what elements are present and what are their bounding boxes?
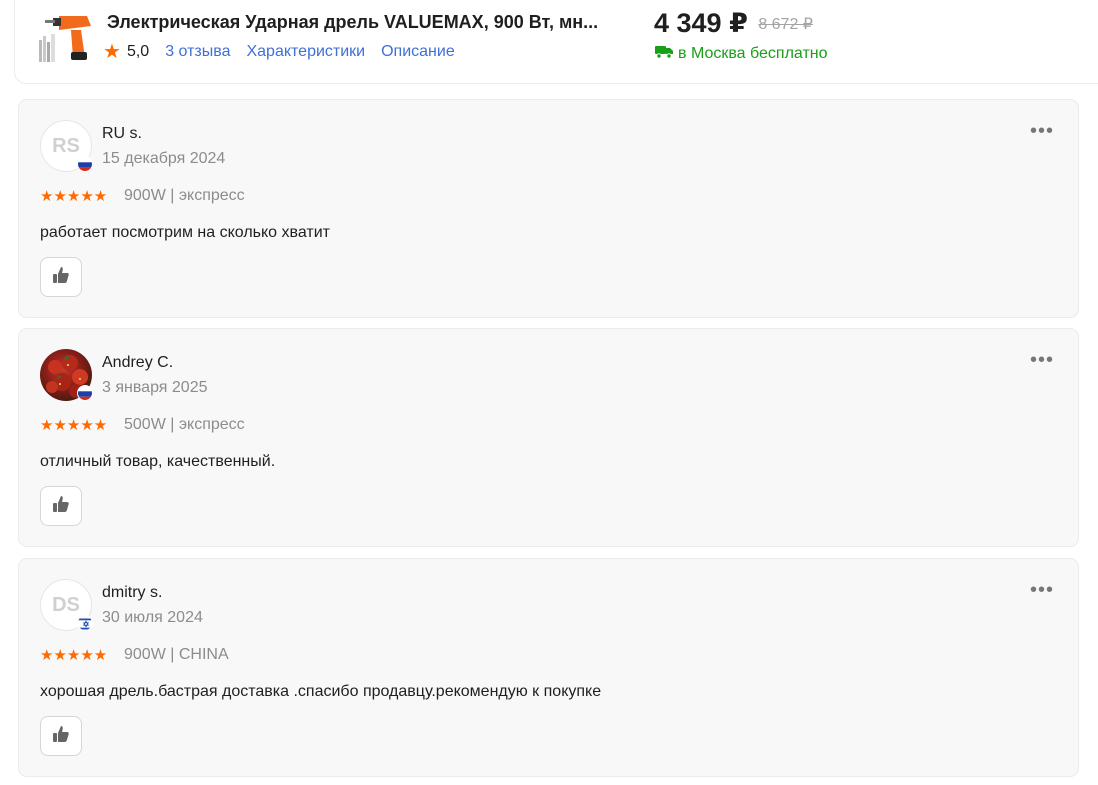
product-thumbnail[interactable] [37,6,97,66]
review-date: 30 июля 2024 [102,609,203,626]
more-icon[interactable]: ••• [1030,121,1054,141]
old-price: 8 672 ₽ [758,16,813,33]
flag-ru-icon [77,156,93,172]
review-stars: ★★★★★ [40,647,108,664]
star-icon: ★ [103,41,121,63]
truck-icon [654,43,678,64]
flag-il-icon [77,615,93,631]
description-link[interactable]: Описание [381,43,455,61]
delivery-text: в Москва бесплатно [678,44,828,62]
product-summary-header: Электрическая Ударная дрель VALUEMAX, 90… [14,0,1098,84]
review-card: Andrey C. 3 января 2025 ★★★★★ 500W | экс… [18,328,1079,547]
price-block: 4 349 ₽ 8 672 ₽ в Москва бесплатно [654,8,828,64]
review-variant: 900W | CHINA [124,646,229,663]
review-date: 3 января 2025 [102,379,208,396]
review-variant: 900W | экспресс [124,187,245,204]
more-icon[interactable]: ••• [1030,350,1054,370]
product-meta: ★ 5,0 3 отзыва Характеристики Описание [103,42,471,62]
flag-ru-icon [77,385,93,401]
review-author: dmitry s. [102,584,163,601]
thumbs-up-icon [51,265,71,290]
product-rating: 5,0 [126,43,150,60]
review-author: RU s. [102,125,142,142]
review-text: хорошая дрель.бастрая доставка .спасибо … [40,683,602,700]
reviews-link[interactable]: 3 отзыва [165,43,230,61]
review-date: 15 декабря 2024 [102,150,226,167]
review-author: Andrey C. [102,354,174,371]
delivery-info: в Москва бесплатно [654,43,828,64]
review-text: работает посмотрим на сколько хватит [40,224,330,241]
current-price: 4 349 ₽ [654,8,748,38]
thumbs-up-icon [51,494,71,519]
product-title[interactable]: Электрическая Ударная дрель VALUEMAX, 90… [107,12,617,33]
thumbs-up-icon [51,724,71,749]
review-variant: 500W | экспресс [124,416,245,433]
review-text: отличный товар, качественный. [40,453,276,470]
review-card: RS RU s. 15 декабря 2024 ★★★★★ 900W | эк… [18,99,1079,318]
like-button[interactable] [40,486,82,526]
like-button[interactable] [40,716,82,756]
more-icon[interactable]: ••• [1030,580,1054,600]
review-card: DS dmitry s. 30 июля 2024 ★★★★★ 900W | C… [18,558,1079,777]
specs-link[interactable]: Характеристики [246,43,365,61]
review-stars: ★★★★★ [40,417,108,434]
like-button[interactable] [40,257,82,297]
review-stars: ★★★★★ [40,188,108,205]
